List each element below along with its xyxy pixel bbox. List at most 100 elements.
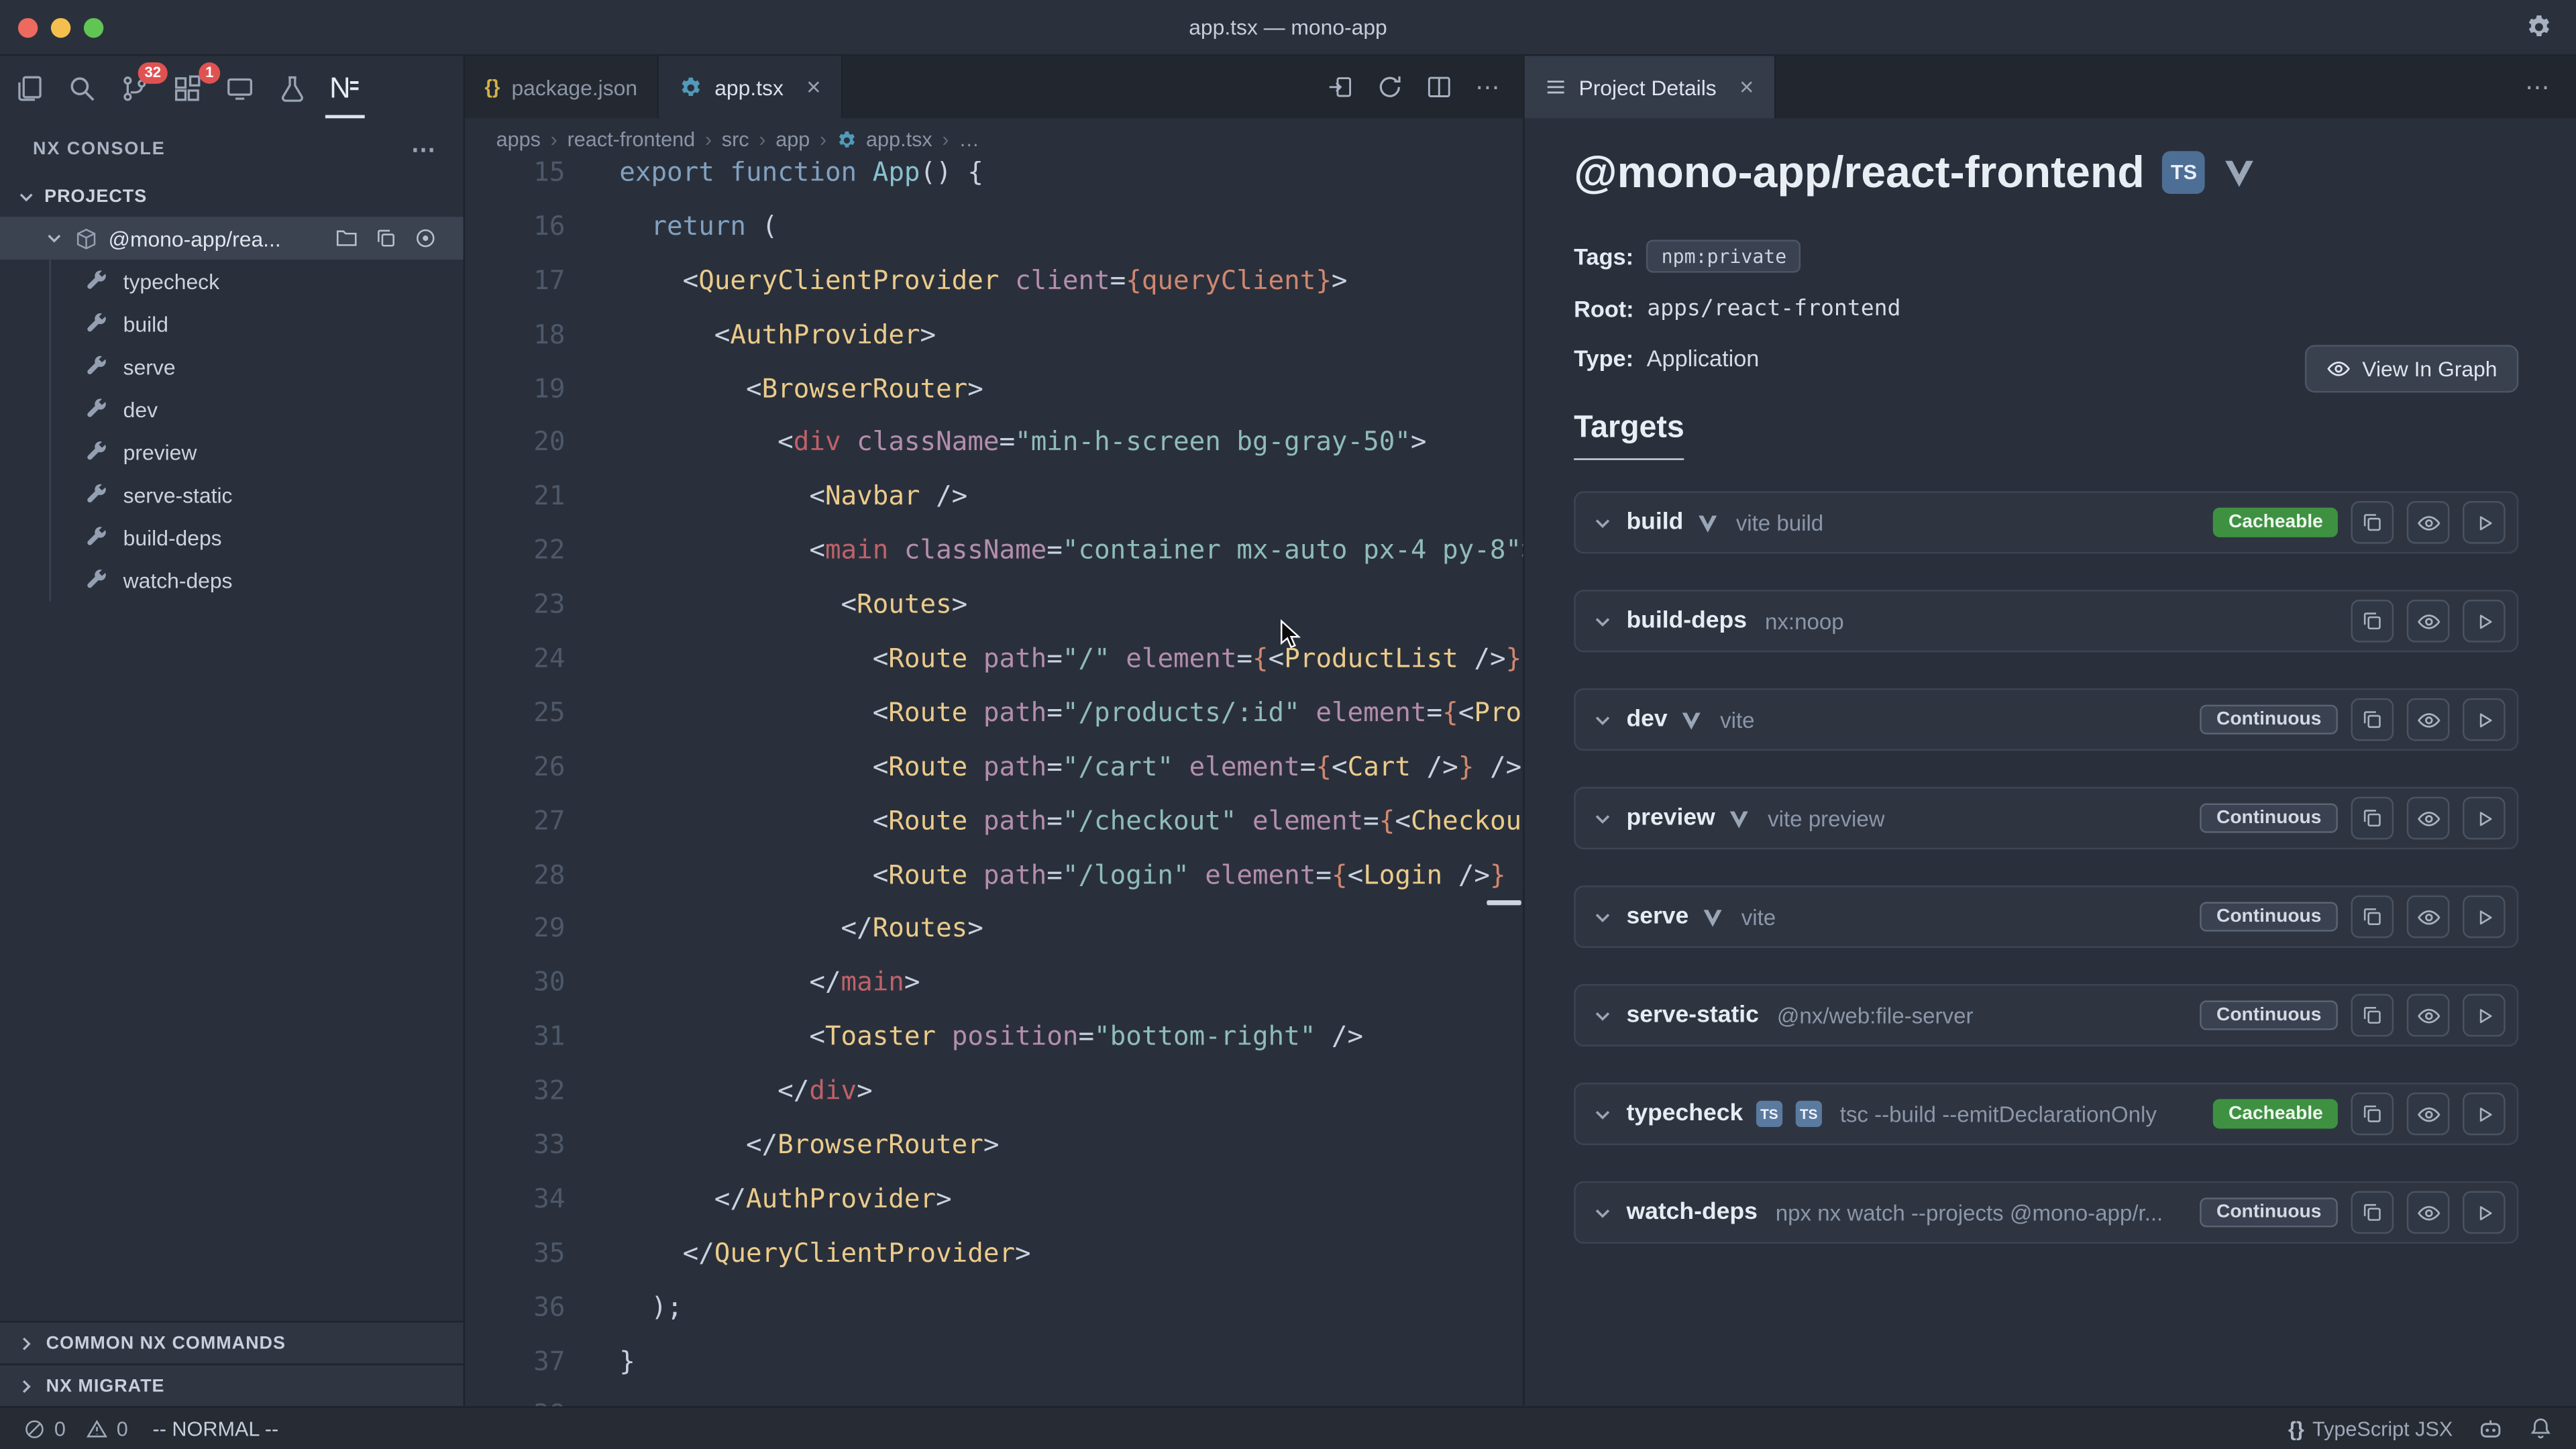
remote-explorer-icon[interactable] <box>220 69 260 109</box>
code-line-27[interactable]: 27 <Route path="/checkout" element={<Che… <box>465 793 1523 847</box>
view-target-button[interactable] <box>2407 1093 2450 1136</box>
chevron-down-icon[interactable] <box>1592 906 1613 928</box>
extensions-icon[interactable]: 1 <box>168 69 207 109</box>
chevron-down-icon[interactable] <box>1592 610 1613 632</box>
code-line-19[interactable]: 19 <BrowserRouter> <box>465 361 1523 415</box>
code-line-17[interactable]: 17 <QueryClientProvider client={queryCli… <box>465 253 1523 307</box>
code-line-20[interactable]: 20 <div className="min-h-screen bg-gray-… <box>465 415 1523 469</box>
code-line-16[interactable]: 16 return ( <box>465 199 1523 253</box>
copy-target-button[interactable] <box>2351 501 2394 544</box>
view-in-graph-button[interactable]: View In Graph <box>2305 345 2519 392</box>
nx-migrate-section[interactable]: NX MIGRATE <box>0 1364 464 1407</box>
sidebar-target-serve-static[interactable]: serve-static <box>0 473 464 516</box>
code-line-30[interactable]: 30 </main> <box>465 955 1523 1010</box>
open-changes-icon[interactable] <box>1328 74 1354 100</box>
copy-target-button[interactable] <box>2351 797 2394 840</box>
breadcrumb-item--[interactable]: … <box>959 128 979 151</box>
chevron-down-icon[interactable] <box>1592 808 1613 829</box>
target-card-dev[interactable]: devviteContinuous <box>1574 688 2518 751</box>
run-target-button[interactable] <box>2463 1191 2506 1234</box>
copy-target-button[interactable] <box>2351 896 2394 938</box>
copy-target-button[interactable] <box>2351 698 2394 741</box>
run-target-button[interactable] <box>2463 600 2506 643</box>
projects-section-header[interactable]: PROJECTS <box>0 177 464 217</box>
target-card-preview[interactable]: previewvite previewContinuous <box>1574 787 2518 849</box>
sidebar-target-build[interactable]: build <box>0 303 464 345</box>
code-line-33[interactable]: 33 </BrowserRouter> <box>465 1117 1523 1171</box>
code-line-24[interactable]: 24 <Route path="/" element={<ProductList… <box>465 631 1523 685</box>
code-line-15[interactable]: 15export function App() { <box>465 161 1523 199</box>
testing-flask-icon[interactable] <box>273 69 313 109</box>
view-target-button[interactable] <box>2407 994 2450 1037</box>
copy-target-button[interactable] <box>2351 994 2394 1037</box>
run-target-button[interactable] <box>2463 501 2506 544</box>
code-editor[interactable]: 15export function App() {16 return (17 <… <box>465 161 1523 1406</box>
search-icon[interactable] <box>62 69 102 109</box>
target-card-serve-static[interactable]: serve-static@nx/web:file-serverContinuou… <box>1574 984 2518 1046</box>
notifications-bell-icon[interactable] <box>2528 1416 2553 1441</box>
breadcrumb-item-app-tsx[interactable]: app.tsx <box>837 128 932 151</box>
refresh-icon[interactable] <box>1377 74 1403 100</box>
chevron-down-icon[interactable] <box>1592 1103 1613 1124</box>
run-target-button[interactable] <box>2463 698 2506 741</box>
language-mode[interactable]: {} TypeScript JSX <box>2288 1417 2453 1440</box>
code-line-31[interactable]: 31 <Toaster position="bottom-right" /> <box>465 1009 1523 1063</box>
breadcrumb-item-src[interactable]: src <box>722 128 749 151</box>
split-editor-icon[interactable] <box>1426 74 1452 100</box>
breadcrumb-item-app[interactable]: app <box>775 128 810 151</box>
files-icon[interactable] <box>10 69 50 109</box>
chevron-down-icon[interactable] <box>1592 1005 1613 1026</box>
settings-gear-icon[interactable] <box>2525 13 2553 42</box>
source-control-icon[interactable]: 32 <box>115 69 154 109</box>
code-line-28[interactable]: 28 <Route path="/login" element={<Login … <box>465 847 1523 902</box>
chevron-down-icon[interactable] <box>1592 1201 1613 1223</box>
code-line-36[interactable]: 36 ); <box>465 1279 1523 1334</box>
view-target-button[interactable] <box>2407 698 2450 741</box>
common-nx-commands-section[interactable]: COMMON NX COMMANDS <box>0 1321 464 1364</box>
chevron-down-icon[interactable] <box>1592 709 1613 731</box>
view-target-button[interactable] <box>2407 1191 2450 1234</box>
copilot-icon[interactable] <box>2477 1415 2504 1442</box>
code-line-34[interactable]: 34 </AuthProvider> <box>465 1171 1523 1226</box>
minimize-window-button[interactable] <box>51 17 70 37</box>
target-card-watch-deps[interactable]: watch-depsnpx nx watch --projects @mono-… <box>1574 1181 2518 1244</box>
more-actions-icon[interactable]: ⋯ <box>411 137 437 162</box>
view-target-button[interactable] <box>2407 600 2450 643</box>
nx-console-icon[interactable]: N <box>325 69 365 109</box>
code-line-37[interactable]: 37} <box>465 1334 1523 1388</box>
problems-warnings[interactable]: 0 <box>85 1417 128 1440</box>
target-card-typecheck[interactable]: typecheckTSTStsc --build --emitDeclarati… <box>1574 1083 2518 1145</box>
close-panel-icon[interactable]: × <box>1739 74 1754 99</box>
close-tab-icon[interactable]: × <box>806 74 820 99</box>
code-line-35[interactable]: 35 </QueryClientProvider> <box>465 1225 1523 1279</box>
breadcrumb-item-apps[interactable]: apps <box>496 128 541 151</box>
sidebar-target-preview[interactable]: preview <box>0 431 464 474</box>
code-line-23[interactable]: 23 <Routes> <box>465 577 1523 631</box>
sidebar-target-build-deps[interactable]: build-deps <box>0 516 464 559</box>
code-line-32[interactable]: 32 </div> <box>465 1063 1523 1118</box>
zoom-window-button[interactable] <box>84 17 103 37</box>
sidebar-target-dev[interactable]: dev <box>0 388 464 431</box>
target-card-serve[interactable]: serveviteContinuous <box>1574 885 2518 948</box>
code-line-25[interactable]: 25 <Route path="/products/:id" element={… <box>465 685 1523 739</box>
copy-target-button[interactable] <box>2351 1191 2394 1234</box>
code-line-18[interactable]: 18 <AuthProvider> <box>465 307 1523 361</box>
more-actions-icon[interactable]: ⋯ <box>2525 74 2550 99</box>
view-target-button[interactable] <box>2407 896 2450 938</box>
tab-app-tsx[interactable]: app.tsx × <box>659 56 843 118</box>
problems-errors[interactable]: 0 <box>23 1417 66 1440</box>
target-card-build-deps[interactable]: build-depsnx:noop <box>1574 590 2518 652</box>
open-folder-button[interactable] <box>335 227 358 250</box>
code-line-21[interactable]: 21 <Navbar /> <box>465 469 1523 523</box>
code-line-22[interactable]: 22 <main className="container mx-auto px… <box>465 523 1523 577</box>
sidebar-target-watch-deps[interactable]: watch-deps <box>0 559 464 602</box>
project-row[interactable]: @mono-app/rea... <box>0 217 464 260</box>
tab-package-json[interactable]: {} package.json <box>465 56 659 118</box>
code-line-26[interactable]: 26 <Route path="/cart" element={<Cart />… <box>465 739 1523 794</box>
run-target-button[interactable] <box>2463 797 2506 840</box>
breadcrumb-item-react-frontend[interactable]: react-frontend <box>568 128 696 151</box>
more-actions-icon[interactable]: ⋯ <box>1475 74 1500 99</box>
project-graph-target-icon[interactable] <box>414 227 437 250</box>
code-line-29[interactable]: 29 </Routes> <box>465 901 1523 955</box>
chevron-down-icon[interactable] <box>1592 512 1613 533</box>
